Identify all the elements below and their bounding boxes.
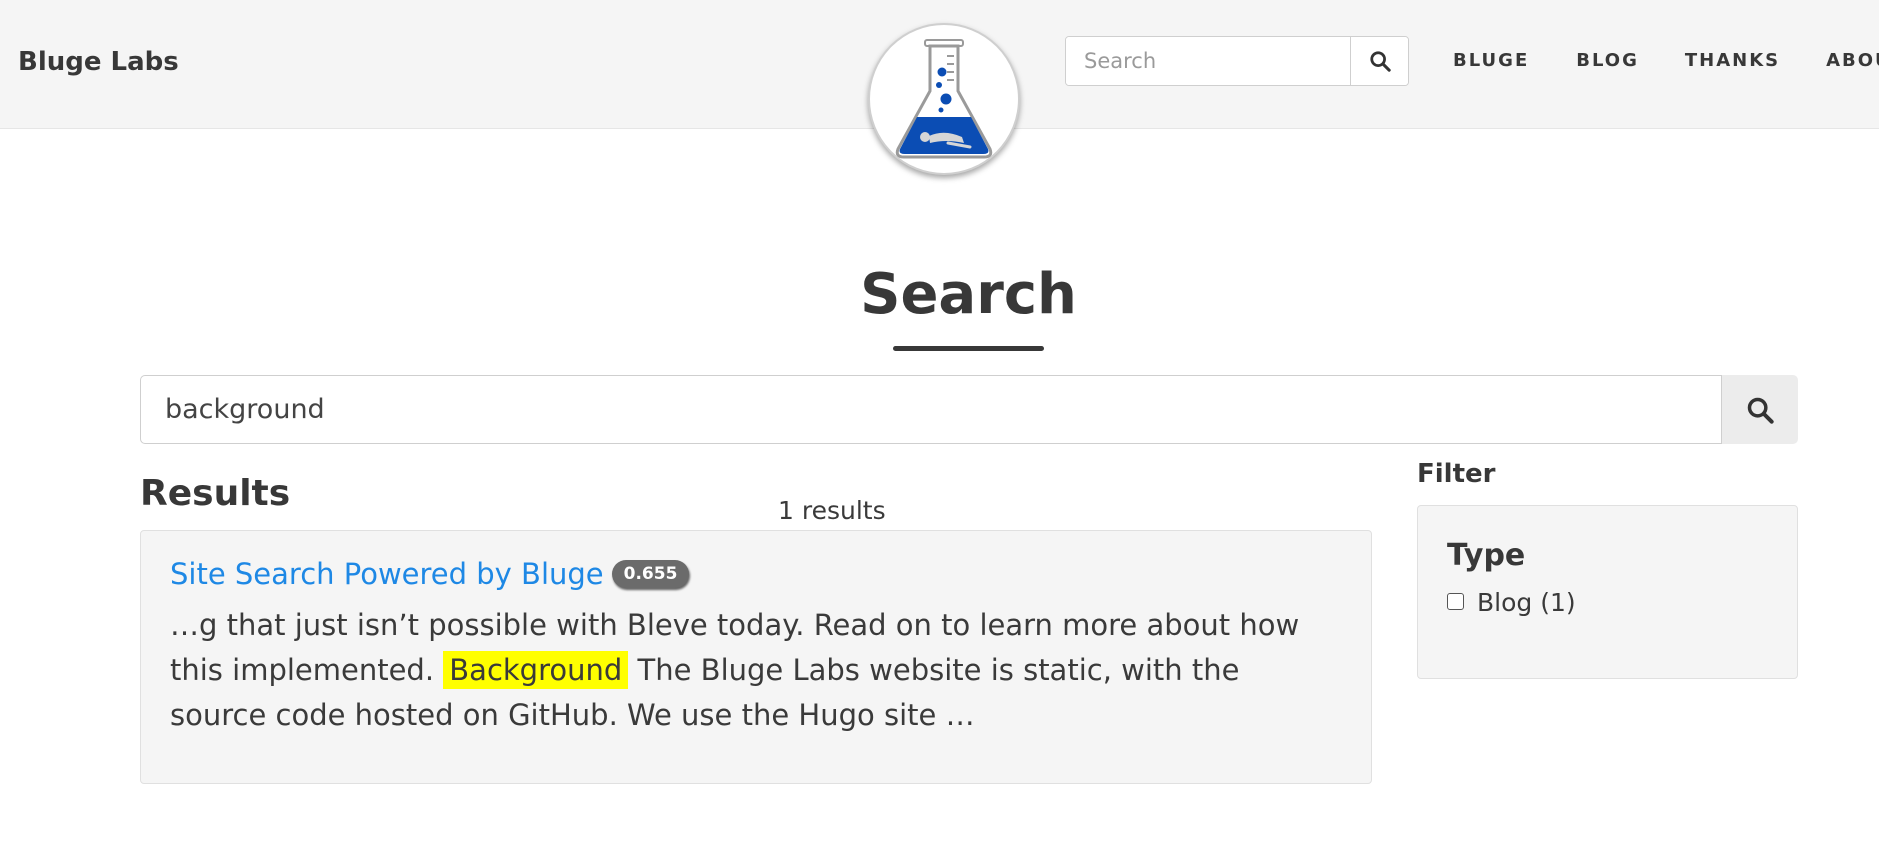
results-count: 1 results <box>778 496 886 525</box>
result-title-row: Site Search Powered by Bluge 0.655 <box>170 551 1342 597</box>
search-icon <box>1369 51 1391 72</box>
result-snippet: …g that just isn’t possible with Bleve t… <box>170 603 1342 738</box>
nav-link-thanks[interactable]: THANKS <box>1685 48 1780 74</box>
header-search-form <box>1065 36 1409 86</box>
logo[interactable] <box>868 23 1020 175</box>
filter-panel: Type Blog (1) <box>1417 505 1798 679</box>
filter-option-label: Blog (1) <box>1477 588 1576 617</box>
result-title-link[interactable]: Site Search Powered by Bluge <box>170 554 604 594</box>
main-search-button[interactable] <box>1722 375 1798 444</box>
nav-link-blog[interactable]: BLOG <box>1576 48 1639 74</box>
main-search-form <box>140 375 1798 444</box>
header-search-button[interactable] <box>1350 37 1408 85</box>
brand-link[interactable]: Bluge Labs <box>18 44 179 80</box>
filter-heading: Filter <box>1417 459 1496 489</box>
filter-type-heading: Type <box>1447 538 1526 573</box>
result-card: Site Search Powered by Bluge 0.655 …g th… <box>140 530 1372 784</box>
results-heading: Results <box>140 473 291 514</box>
title-underline <box>893 346 1044 351</box>
filter-option-blog[interactable]: Blog (1) <box>1447 586 1768 620</box>
nav-link-bluge[interactable]: BLUGE <box>1453 48 1529 74</box>
flask-logo-icon <box>895 39 993 159</box>
search-icon <box>1747 397 1774 424</box>
main-nav: BLUGE BLOG THANKS ABOUT <box>1453 48 1879 74</box>
header-search-input[interactable] <box>1066 37 1350 85</box>
page-title: Search <box>860 262 1077 327</box>
filter-checkbox-blog[interactable] <box>1447 592 1464 610</box>
snippet-highlight: Background <box>443 651 629 689</box>
score-badge: 0.655 <box>611 560 690 588</box>
nav-link-about[interactable]: ABOUT <box>1826 48 1879 74</box>
main-search-input[interactable] <box>140 375 1722 444</box>
